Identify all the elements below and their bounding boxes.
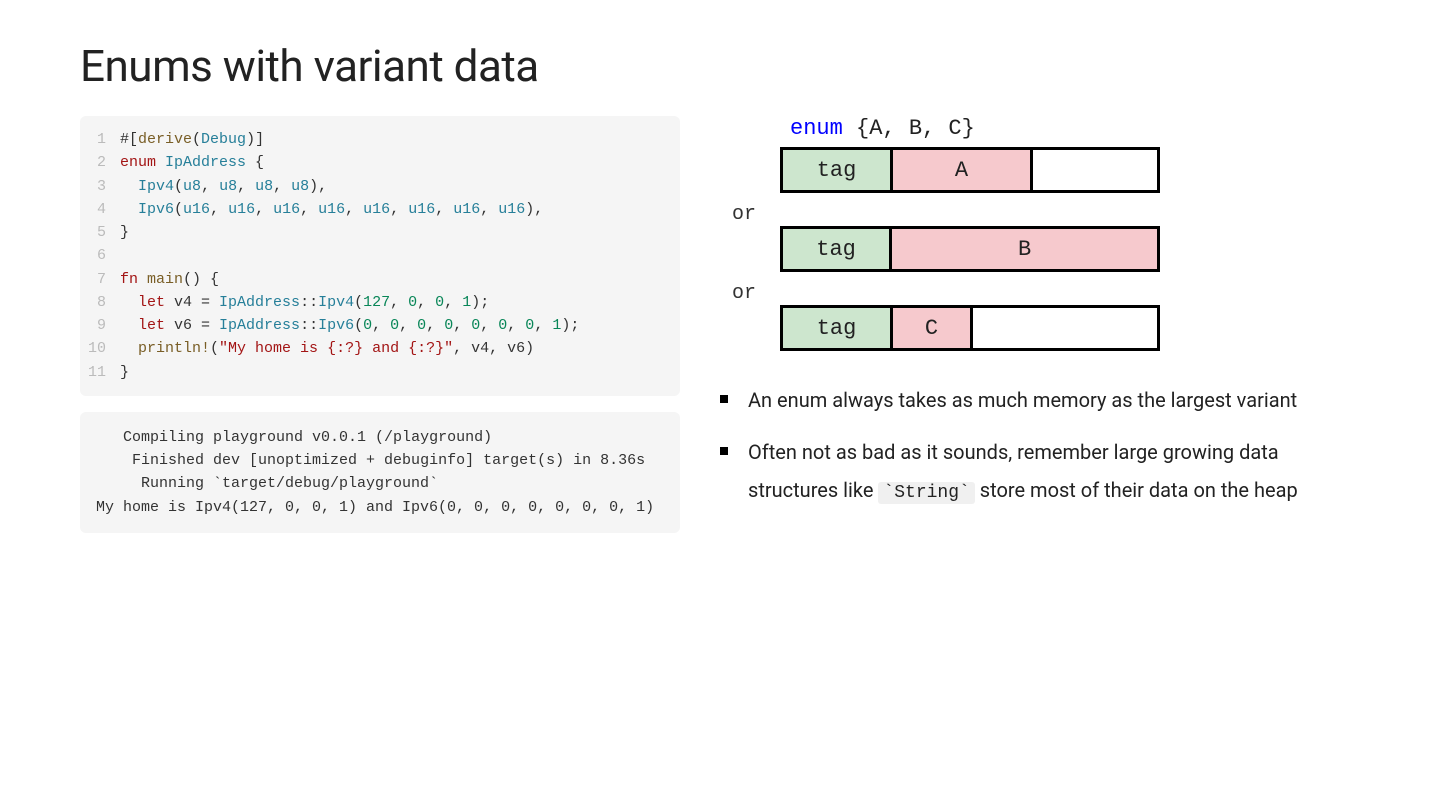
line-number: 4: [80, 198, 120, 221]
output-block: Compiling playground v0.0.1 (/playground…: [80, 412, 680, 533]
line-number: 10: [80, 337, 120, 360]
diagram-data-cell: C: [893, 308, 973, 348]
diagram-bar: tagB: [780, 226, 1160, 272]
code-line: 2enum IpAddress {: [80, 151, 680, 174]
diagram-empty-cell: [1033, 150, 1157, 190]
left-column: 1#[derive(Debug)]2enum IpAddress {3 Ipv4…: [80, 116, 680, 533]
code-line: 8 let v4 = IpAddress::Ipv4(127, 0, 0, 1)…: [80, 291, 680, 314]
diagram-empty-cell: [973, 308, 1157, 348]
diagram-rows: tagAortagBortagC: [780, 147, 1349, 351]
line-number: 3: [80, 175, 120, 198]
line-number: 11: [80, 361, 120, 384]
code-line: 11}: [80, 361, 680, 384]
inline-code: `String`: [878, 482, 974, 504]
columns: 1#[derive(Debug)]2enum IpAddress {3 Ipv4…: [80, 116, 1349, 533]
code-content: enum IpAddress {: [120, 151, 264, 174]
line-number: 1: [80, 128, 120, 151]
code-content: fn main() {: [120, 268, 219, 291]
code-line: 1#[derive(Debug)]: [80, 128, 680, 151]
code-content: let v6 = IpAddress::Ipv6(0, 0, 0, 0, 0, …: [120, 314, 579, 337]
slide: Enums with variant data 1#[derive(Debug)…: [0, 0, 1429, 798]
diagram-row: tagA: [780, 147, 1349, 193]
line-number: 8: [80, 291, 120, 314]
code-line: 5}: [80, 221, 680, 244]
diagram-tag-cell: tag: [783, 229, 892, 269]
diagram-tag-cell: tag: [783, 150, 893, 190]
line-number: 7: [80, 268, 120, 291]
line-number: 6: [80, 244, 120, 267]
diagram-title: enum {A, B, C}: [790, 116, 1349, 141]
code-content: Ipv4(u8, u8, u8, u8),: [120, 175, 327, 198]
code-content: let v4 = IpAddress::Ipv4(127, 0, 0, 1);: [120, 291, 489, 314]
bullet-list: An enum always takes as much memory as t…: [720, 381, 1349, 510]
code-line: 7fn main() {: [80, 268, 680, 291]
diagram-row: tagB: [780, 226, 1349, 272]
enum-diagram: enum {A, B, C} tagAortagBortagC: [780, 116, 1349, 351]
diagram-row: tagC: [780, 305, 1349, 351]
code-line: 9 let v6 = IpAddress::Ipv6(0, 0, 0, 0, 0…: [80, 314, 680, 337]
bullet-item: An enum always takes as much memory as t…: [720, 381, 1349, 419]
code-content: }: [120, 361, 129, 384]
code-content: Ipv6(u16, u16, u16, u16, u16, u16, u16, …: [120, 198, 543, 221]
code-content: #[derive(Debug)]: [120, 128, 264, 151]
bullet-item: Often not as bad as it sounds, remember …: [720, 433, 1349, 510]
slide-title: Enums with variant data: [80, 40, 1349, 92]
diagram-or-label: or: [732, 203, 772, 226]
diagram-bar: tagA: [780, 147, 1160, 193]
line-number: 9: [80, 314, 120, 337]
diagram-or-label: or: [732, 282, 772, 305]
code-block: 1#[derive(Debug)]2enum IpAddress {3 Ipv4…: [80, 116, 680, 396]
code-content: }: [120, 221, 129, 244]
line-number: 2: [80, 151, 120, 174]
diagram-tag-cell: tag: [783, 308, 893, 348]
right-column: enum {A, B, C} tagAortagBortagC An enum …: [720, 116, 1349, 533]
diagram-bar: tagC: [780, 305, 1160, 351]
code-line: 3 Ipv4(u8, u8, u8, u8),: [80, 175, 680, 198]
line-number: 5: [80, 221, 120, 244]
diagram-title-keyword: enum: [790, 116, 843, 141]
code-line: 6: [80, 244, 680, 267]
code-content: println!("My home is {:?} and {:?}", v4,…: [120, 337, 534, 360]
diagram-data-cell: B: [892, 229, 1157, 269]
code-line: 10 println!("My home is {:?} and {:?}", …: [80, 337, 680, 360]
diagram-data-cell: A: [893, 150, 1033, 190]
diagram-title-rest: {A, B, C}: [843, 116, 975, 141]
code-line: 4 Ipv6(u16, u16, u16, u16, u16, u16, u16…: [80, 198, 680, 221]
